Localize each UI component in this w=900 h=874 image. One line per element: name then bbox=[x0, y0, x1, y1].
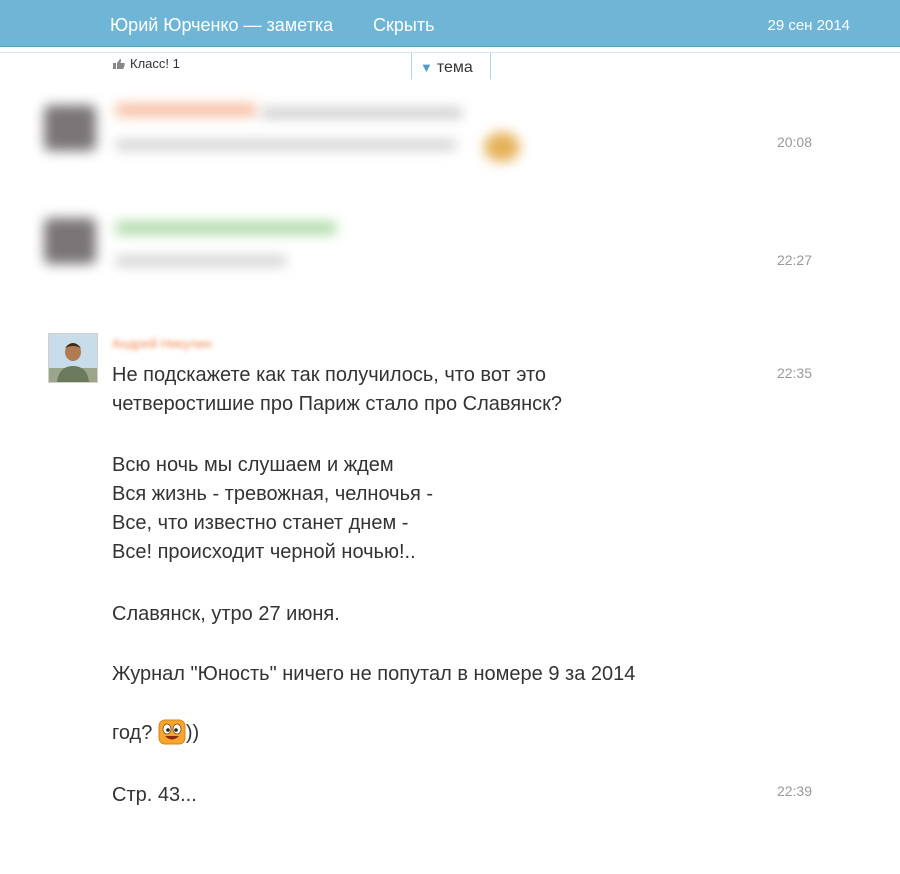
blurred-author bbox=[116, 222, 336, 234]
blurred-text bbox=[116, 256, 286, 266]
avatar[interactable] bbox=[48, 333, 98, 383]
comment-text: Журнал "Юность" ничего не попутал в номе… bbox=[112, 663, 636, 685]
comment-text: Всю ночь мы слушаем и ждем Вся жизнь - т… bbox=[112, 454, 434, 563]
comment-text-line: год? )) bbox=[112, 690, 199, 748]
comment-text: )) bbox=[185, 722, 200, 744]
blurred-text bbox=[262, 108, 462, 118]
comment-time: 22:27 bbox=[776, 252, 812, 268]
blurred-smiley-icon bbox=[484, 132, 520, 162]
tab-tema-label: тема bbox=[436, 59, 473, 76]
like-hand-icon bbox=[113, 58, 125, 69]
tab-tema[interactable]: ▼ тема bbox=[411, 53, 491, 80]
triangle-down-icon: ▼ bbox=[420, 60, 433, 75]
blurred-author bbox=[116, 104, 256, 116]
klass-label: Класс! 1 bbox=[130, 56, 180, 71]
klass-counter[interactable]: Класс! 1 bbox=[112, 56, 180, 71]
comment-text: Стр. 43... bbox=[112, 784, 197, 806]
avatar bbox=[44, 105, 96, 151]
comment-time: 20:08 bbox=[776, 134, 812, 150]
note-title[interactable]: Юрий Юрченко — заметка bbox=[110, 15, 333, 36]
comment-text: год? bbox=[112, 722, 158, 744]
note-date: 29 сен 2014 bbox=[767, 17, 850, 34]
comment-time: 22:35 bbox=[776, 365, 812, 381]
comment-text: Славянск, утро 27 июня. bbox=[112, 603, 340, 625]
comment-author[interactable]: Андрей Никулин bbox=[112, 336, 212, 351]
avatar bbox=[44, 218, 96, 264]
laughing-smiley-icon bbox=[158, 719, 186, 745]
blurred-text bbox=[116, 140, 456, 150]
top-bar: Юрий Юрченко — заметка Скрыть 29 сен 201… bbox=[0, 0, 900, 47]
comment-text: Не подскажете как так получилось, что во… bbox=[112, 364, 563, 415]
user-photo bbox=[49, 334, 97, 382]
hide-button[interactable]: Скрыть bbox=[373, 15, 434, 36]
comment-time: 22:39 bbox=[776, 783, 812, 799]
